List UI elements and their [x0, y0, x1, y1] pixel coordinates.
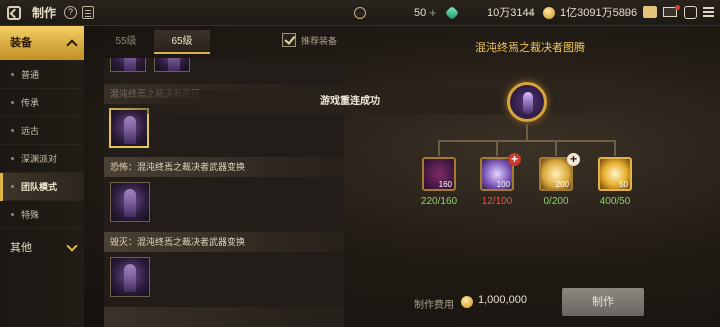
cost-label: 制作费用 [414, 300, 454, 311]
menu-icon[interactable] [703, 7, 714, 9]
recipe-row-label-partial[interactable] [104, 307, 344, 327]
connector-line [496, 140, 498, 156]
sidebar-item-inherit[interactable]: 传承 [0, 89, 84, 117]
calendar-icon[interactable] [82, 6, 94, 19]
page-title: 制作 [32, 6, 57, 20]
recommend-label: 推荐装备 [301, 36, 338, 46]
dark-orb-icon[interactable]: 160 [422, 157, 456, 191]
sidebar-item-raid[interactable]: 团队模式 [0, 173, 84, 201]
sidebar-category-label: 装备 [10, 37, 32, 49]
help-icon[interactable]: ? [64, 6, 77, 19]
dollar-coin-icon [354, 7, 366, 19]
craft-target-item[interactable] [507, 82, 547, 122]
material-count: 100 [496, 180, 510, 189]
gold-coin-icon [461, 296, 473, 308]
craft-item-title: 混沌终焉之裁决者图腾 [475, 42, 585, 54]
add-material-button[interactable]: + [508, 153, 521, 166]
app-window: 制作 ? 50 + 10万3144 + 1亿3091万5896 + 装备 普通 … [0, 0, 720, 327]
sidebar-category-other[interactable]: 其他 [0, 231, 84, 265]
craft-button[interactable]: 制作 [562, 288, 644, 316]
recipe-row-label[interactable]: 恐怖：混沌终焉之裁决者武器变换 [104, 157, 344, 177]
cost-value: 1,000,000 [478, 294, 527, 306]
recipe-slot[interactable] [154, 58, 190, 72]
add-gems-button[interactable]: + [527, 0, 535, 26]
add-points-button[interactable]: + [429, 0, 437, 26]
mail-notification-dot [675, 5, 680, 10]
sidebar-category-label: 其他 [10, 242, 32, 254]
material-quantity: 400/50 [599, 196, 631, 207]
connector-line [438, 140, 440, 156]
connector-line [555, 140, 557, 156]
tab-level-55[interactable]: 55级 [98, 30, 154, 54]
back-arrow-icon[interactable] [7, 6, 21, 20]
chevron-up-icon [66, 39, 78, 51]
sidebar-item-special[interactable]: 特殊 [0, 201, 84, 229]
recommend-checkbox[interactable] [282, 33, 296, 47]
sidebar-item-ancient[interactable]: 远古 [0, 117, 84, 145]
material-quantity: 220/160 [420, 196, 458, 207]
chat-icon[interactable] [684, 6, 697, 19]
shop-icon[interactable] [643, 6, 657, 18]
recipe-row-label[interactable]: 毁灭：混沌终焉之裁决者武器变换 [104, 232, 344, 252]
material-count: 160 [438, 180, 452, 189]
connector-line [526, 124, 528, 140]
sidebar: 装备 普通 传承 远古 深渊派对 团队模式 特殊 其他 [0, 26, 84, 327]
add-material-button[interactable]: + [567, 153, 580, 166]
top-bar: 制作 ? 50 + 10万3144 + 1亿3091万5896 + [0, 0, 720, 26]
sidebar-item-normal[interactable]: 普通 [0, 61, 84, 89]
currency-points: 50 [414, 7, 427, 19]
recipe-slot[interactable] [110, 58, 146, 72]
sidebar-category-equipment[interactable]: 装备 [0, 26, 84, 60]
add-gold-button[interactable]: + [622, 0, 630, 26]
sidebar-item-abyss[interactable]: 深渊派对 [0, 145, 84, 173]
material-quantity: 12/100 [481, 196, 513, 207]
gold-coin-icon [543, 7, 555, 19]
recipe-slot[interactable] [110, 182, 150, 222]
green-gem-icon [444, 5, 460, 21]
tab-level-65[interactable]: 65级 [154, 30, 210, 54]
chevron-down-icon [66, 240, 78, 252]
material-count: 200 [555, 180, 569, 189]
gold-ring-icon[interactable]: 50 [598, 157, 632, 191]
material-count: 50 [619, 180, 628, 189]
material-quantity: 0/200 [543, 196, 569, 207]
recipe-slot-selected[interactable] [109, 108, 149, 148]
recipe-slot[interactable] [110, 257, 150, 297]
connector-line [614, 140, 616, 156]
connector-line [438, 140, 616, 142]
